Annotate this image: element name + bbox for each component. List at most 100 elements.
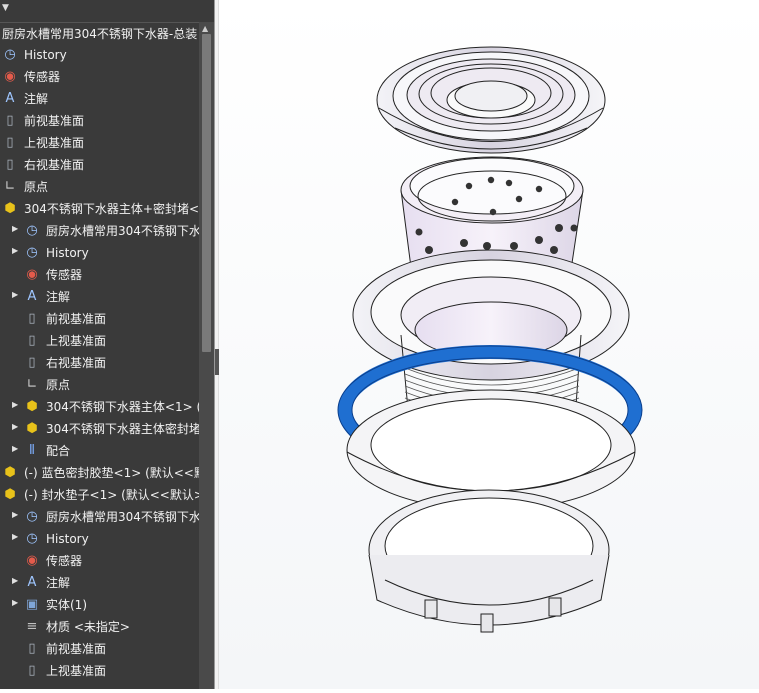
part-icon: ⬢ (26, 399, 38, 414)
tree-item-label: 传感器 (46, 268, 83, 282)
expand-arrow-icon[interactable]: ▶ (12, 510, 18, 519)
tree-item[interactable]: ◷ History (0, 44, 199, 66)
part-icon: ⬢ (4, 465, 16, 480)
tree-item-label: 上视基准面 (46, 334, 107, 348)
tree-item[interactable]: ▯ 上视基准面 (0, 660, 199, 682)
tree-root-label: 厨房水槽常用304不锈钢下水器-总装 (2, 27, 198, 41)
tree-item-label: 上视基准面 (46, 664, 107, 678)
expand-arrow-icon[interactable]: ▶ (12, 532, 18, 541)
tree-item[interactable]: ⬢ 304不锈钢下水器主体+密封堵<1 (0, 198, 199, 220)
history-icon: ◷ (26, 509, 38, 524)
graphics-viewport[interactable] (219, 0, 759, 689)
tree-item-label: 304不锈钢下水器主体密封堵 (46, 422, 199, 436)
tree-item[interactable]: ▯ 右视基准面 (0, 154, 199, 176)
tree-item-label: (-) 蓝色密封胶垫<1> (默认<<默 (24, 466, 199, 480)
tree-item[interactable]: ▯ 前视基准面 (0, 308, 199, 330)
tree-item-label: History (46, 246, 89, 260)
plane-icon: ▯ (6, 135, 14, 150)
tree-item-label: History (24, 48, 67, 62)
expand-arrow-icon[interactable]: ▶ (12, 422, 18, 431)
origin-icon: ∟ (4, 179, 16, 194)
plane-icon: ▯ (28, 333, 36, 348)
plane-icon: ▯ (28, 355, 36, 370)
tree-item-label: 原点 (24, 180, 49, 194)
expand-arrow-icon[interactable]: ▶ (12, 290, 18, 299)
history-icon: ◷ (4, 47, 16, 62)
tree-item-label: 配合 (46, 444, 71, 458)
tree-item[interactable]: ◉ 传感器 (0, 66, 199, 88)
tree-item[interactable]: ▶ ◷ 厨房水槽常用304不锈钢下水 (0, 506, 199, 528)
tree-item[interactable]: ▶ ⬢ 304不锈钢下水器主体<1> ( (0, 396, 199, 418)
tree-item[interactable]: ▶ ⦀ 配合 (0, 440, 199, 462)
tree-item-label: 上视基准面 (24, 136, 85, 150)
tree-item[interactable]: ≡ 材质 <未指定> (0, 616, 199, 638)
expand-arrow-icon[interactable]: ▶ (12, 444, 18, 453)
exploded-assembly-drawing (337, 46, 643, 633)
origin-icon: ∟ (26, 377, 38, 392)
stopper-cap-part (376, 46, 606, 154)
subassembly-icon: ⬢ (4, 201, 16, 216)
tree-item-label: 右视基准面 (24, 158, 85, 172)
scrollbar-thumb[interactable] (202, 34, 211, 352)
tree-item[interactable]: ◉ 传感器 (0, 264, 199, 286)
history-icon: ◷ (26, 245, 38, 260)
expand-arrow-icon[interactable]: ▶ (12, 224, 18, 233)
tree-item[interactable]: ▶ ◷ 厨房水槽常用304不锈钢下水 (0, 220, 199, 242)
tree-item-label: 注解 (46, 290, 71, 304)
tree-item[interactable]: ▶ ◷ History (0, 242, 199, 264)
mates-icon: ⦀ (29, 443, 35, 458)
tree-item[interactable]: ▶ A 注解 (0, 572, 199, 594)
part-icon: ⬢ (26, 421, 38, 436)
filter-dropdown-icon[interactable]: ▼ (2, 3, 9, 13)
tree-item[interactable]: ▶ A 注解 (0, 286, 199, 308)
tree-item-label: 304不锈钢下水器主体+密封堵<1 (24, 202, 199, 216)
feature-manager-tree: ▼ 厨房水槽常用304不锈钢下水器-总装 ◷ History ◉ 传感器 A 注解 ▯ 前视基… (0, 0, 214, 689)
tree-item[interactable]: ◉ 传感器 (0, 550, 199, 572)
tree-item[interactable]: ▯ 前视基准面 (0, 110, 199, 132)
tree-item[interactable]: ▯ 上视基准面 (0, 330, 199, 352)
tree-item[interactable]: ▶ ⬢ 304不锈钢下水器主体密封堵 (0, 418, 199, 440)
tree-item[interactable]: ∟ 原点 (0, 374, 199, 396)
tree-item-label: 厨房水槽常用304不锈钢下水 (46, 510, 199, 524)
tree-item[interactable]: ▯ 上视基准面 (0, 132, 199, 154)
history-icon: ◷ (26, 531, 38, 546)
tree-item-label: 前视基准面 (24, 114, 85, 128)
tree-item[interactable]: ∟ 原点 (0, 176, 199, 198)
tree-item[interactable]: ⬢ (-) 封水垫子<1> (默认<<默认>_ (0, 484, 199, 506)
scroll-up-icon[interactable]: ▲ (202, 24, 208, 33)
tree-item[interactable]: ▯ 前视基准面 (0, 638, 199, 660)
tree-root-assembly[interactable]: 厨房水槽常用304不锈钢下水器-总装 (0, 22, 199, 44)
tree-item-label: 厨房水槽常用304不锈钢下水 (46, 224, 199, 238)
tree-item[interactable]: ▶ ▣ 实体(1) (0, 594, 199, 616)
history-icon: ◷ (26, 223, 38, 238)
plane-icon: ▯ (6, 157, 14, 172)
part-icon: ⬢ (4, 487, 16, 502)
tree-item[interactable]: ▶ ◷ History (0, 528, 199, 550)
tree-scrollbar[interactable]: ▲ (199, 22, 214, 689)
tree-item[interactable]: ⬢ (-) 蓝色密封胶垫<1> (默认<<默 (0, 462, 199, 484)
sensor-icon: ◉ (26, 553, 38, 568)
expand-arrow-icon[interactable]: ▶ (12, 400, 18, 409)
tree-item-label: 传感器 (24, 70, 61, 84)
sensor-icon: ◉ (4, 69, 16, 84)
tree-item-label: 304不锈钢下水器主体<1> ( (46, 400, 199, 414)
annotation-icon: A (27, 289, 37, 304)
tree-item[interactable]: ▯ 右视基准面 (0, 352, 199, 374)
tree-item-label: 右视基准面 (46, 356, 107, 370)
expand-arrow-icon[interactable]: ▶ (12, 246, 18, 255)
tree-item-label: 传感器 (46, 554, 83, 568)
tree-item-label: 实体(1) (46, 598, 87, 612)
tree-item[interactable]: A 注解 (0, 88, 199, 110)
tree-item-label: 前视基准面 (46, 312, 107, 326)
sensor-icon: ◉ (26, 267, 38, 282)
annotation-icon: A (5, 91, 15, 106)
plane-icon: ▯ (28, 641, 36, 656)
tree-item-label: 前视基准面 (46, 642, 107, 656)
tree-item-label: 注解 (46, 576, 71, 590)
plane-icon: ▯ (6, 113, 14, 128)
expand-arrow-icon[interactable]: ▶ (12, 598, 18, 607)
locking-nut-part (368, 489, 610, 633)
tree-item-label: (-) 封水垫子<1> (默认<<默认>_ (24, 488, 199, 502)
tree-item-label: 原点 (46, 378, 71, 392)
expand-arrow-icon[interactable]: ▶ (12, 576, 18, 585)
